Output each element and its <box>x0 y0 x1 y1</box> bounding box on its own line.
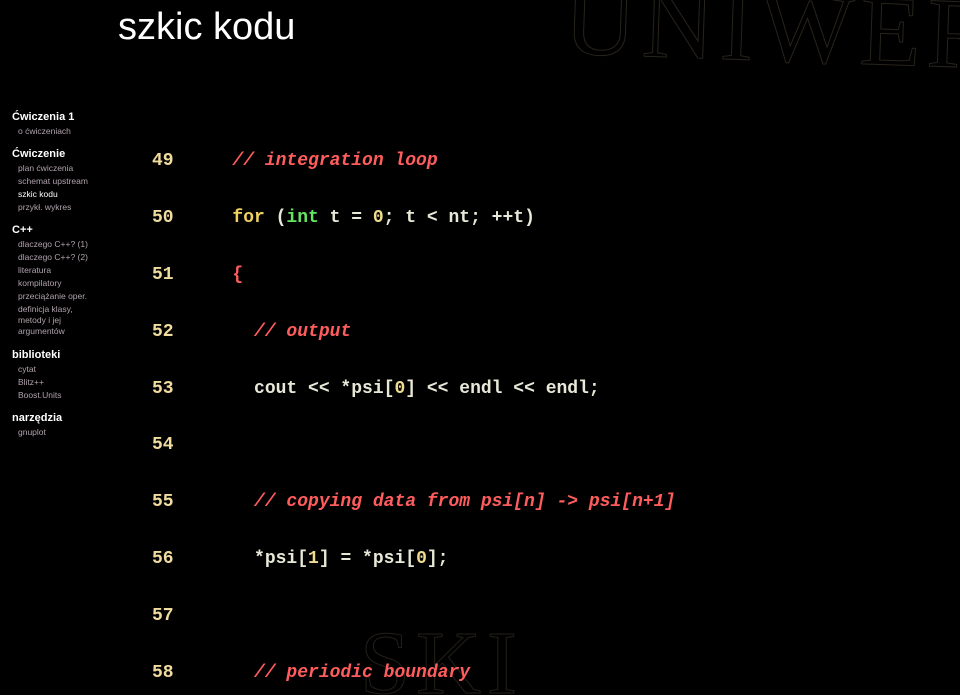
page-title: szkic kodu <box>118 6 295 49</box>
sidebar-section-biblioteki[interactable]: biblioteki <box>12 349 132 361</box>
comment: // output <box>254 322 351 342</box>
number: 0 <box>394 379 405 399</box>
sidebar-item-definicja[interactable]: definicja klasy,metody i jejargumentów <box>12 302 132 338</box>
code-text: *psi[ <box>254 549 308 569</box>
number: 1 <box>308 549 319 569</box>
comment: // copying data from psi[n] -> psi[n+1] <box>254 492 675 512</box>
number: 0 <box>373 208 384 228</box>
comment: // periodic boundary <box>254 663 470 683</box>
sidebar-item-blitz[interactable]: Blitz++ <box>12 375 132 388</box>
line-number: 51 <box>152 261 200 289</box>
number: 0 <box>416 549 427 569</box>
line-number: 52 <box>152 318 200 346</box>
comment: // integration loop <box>232 151 437 171</box>
sidebar-item-szkic-kodu[interactable]: szkic kodu <box>12 187 132 200</box>
code-text: cout << *psi[ <box>254 379 394 399</box>
type-int: int <box>286 208 318 228</box>
code-text: ; t < nt; ++t) <box>384 208 535 228</box>
sidebar-section-cwiczenie[interactable]: Ćwiczenie <box>12 148 132 160</box>
line-number: 49 <box>152 147 200 175</box>
sidebar-item-wykres[interactable]: przykł. wykres <box>12 200 132 213</box>
sidebar-item-literatura[interactable]: literatura <box>12 263 132 276</box>
code-text: ] << endl << endl; <box>405 379 599 399</box>
sidebar-item-przeciazanie[interactable]: przeciążanie oper. <box>12 289 132 302</box>
sidebar-section-cpp[interactable]: C++ <box>12 224 132 236</box>
sidebar-item-plan[interactable]: plan ćwiczenia <box>12 161 132 174</box>
sidebar-item-gnuplot[interactable]: gnuplot <box>12 425 132 438</box>
sidebar-item-schemat[interactable]: schemat upstream <box>12 174 132 187</box>
line-number: 58 <box>152 659 200 687</box>
code-text: ]; <box>427 549 449 569</box>
line-number: 55 <box>152 488 200 516</box>
brace: { <box>232 265 243 285</box>
code-text: ] = *psi[ <box>319 549 416 569</box>
watermark-top: UNIWER <box>562 0 960 93</box>
sidebar-item-cytat[interactable]: cytat <box>12 362 132 375</box>
sidebar-section-cwiczenia1[interactable]: Ćwiczenia 1 <box>12 111 132 123</box>
sidebar-item-dlaczego1[interactable]: dlaczego C++? (1) <box>12 237 132 250</box>
line-number: 57 <box>152 602 200 630</box>
sidebar-item-dlaczego2[interactable]: dlaczego C++? (2) <box>12 250 132 263</box>
sidebar-item-boost[interactable]: Boost.Units <box>12 388 132 401</box>
code-text: ( <box>265 208 287 228</box>
code-block: 49 // integration loop 50 for (int t = 0… <box>152 119 751 695</box>
sidebar-item-kompilatory[interactable]: kompilatory <box>12 276 132 289</box>
line-number: 56 <box>152 545 200 573</box>
line-number: 54 <box>152 431 200 459</box>
keyword-for: for <box>232 208 264 228</box>
sidebar-item-o-cwiczeniach[interactable]: o ćwiczeniach <box>12 124 132 137</box>
line-number: 50 <box>152 204 200 232</box>
code-text: t = <box>319 208 373 228</box>
line-number: 53 <box>152 375 200 403</box>
sidebar-section-narzedzia[interactable]: narzędzia <box>12 412 132 424</box>
sidebar: Ćwiczenia 1 o ćwiczeniach Ćwiczenie plan… <box>12 100 132 438</box>
